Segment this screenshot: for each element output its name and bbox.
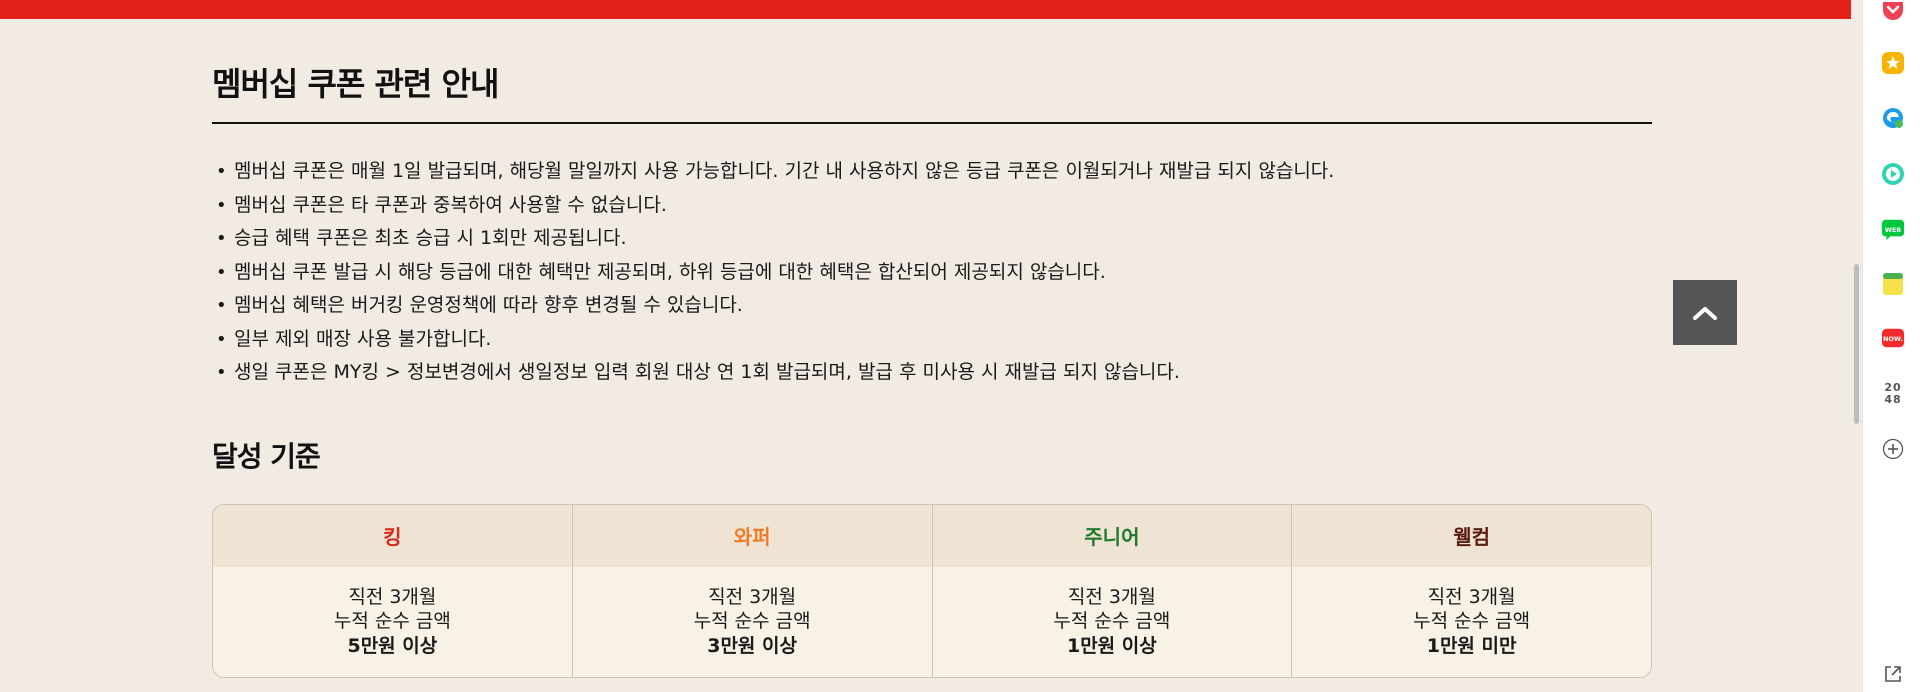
notice-item: 멤버십 쿠폰은 타 쿠폰과 중복하여 사용할 수 없습니다. bbox=[216, 189, 1652, 223]
grade-column-whopper: 와퍼 직전 3개월 누적 순수 금액 3만원 이상 bbox=[572, 504, 933, 677]
notice-item: 생일 쿠폰은 MY킹 > 정보변경에서 생일정보 입력 회원 대상 연 1회 발… bbox=[216, 356, 1652, 390]
now-icon[interactable]: NOW. bbox=[1881, 326, 1905, 350]
grade-criteria-welcome: 직전 3개월 누적 순수 금액 1만원 미만 bbox=[1292, 566, 1651, 677]
grade-criteria-whopper: 직전 3개월 누적 순수 금액 3만원 이상 bbox=[572, 566, 932, 677]
pocket-icon[interactable] bbox=[1881, 0, 1905, 24]
criteria-amount-label: 누적 순수 금액 bbox=[693, 610, 811, 633]
notes-icon[interactable] bbox=[1881, 272, 1905, 296]
grade-column-welcome: 웰컴 직전 3개월 누적 순수 금액 1만원 미만 bbox=[1292, 504, 1651, 677]
title-divider bbox=[212, 122, 1652, 124]
criteria-amount-label: 누적 순수 금액 bbox=[1413, 610, 1531, 633]
grade-name-whopper: 와퍼 bbox=[572, 504, 932, 567]
criteria-period: 직전 3개월 bbox=[708, 585, 797, 608]
criteria-amount-label: 누적 순수 금액 bbox=[1053, 610, 1171, 633]
chevron-up-icon bbox=[1693, 306, 1717, 320]
criteria-threshold: 1만원 미만 bbox=[1426, 634, 1517, 657]
media-player-icon[interactable] bbox=[1881, 162, 1905, 186]
main-content: 멤버십 쿠폰 관련 안내 멤버십 쿠폰은 매월 1일 발급되며, 해당월 말일까… bbox=[212, 19, 1652, 678]
notice-item: 멤버십 쿠폰 발급 시 해당 등급에 대한 혜택만 제공되며, 하위 등급에 대… bbox=[216, 256, 1652, 290]
notice-title: 멤버십 쿠폰 관련 안내 bbox=[212, 65, 499, 103]
top-brand-bar bbox=[0, 0, 1862, 19]
svg-text:WEB: WEB bbox=[1885, 226, 1902, 234]
grade-criteria-table: 킹 직전 3개월 누적 순수 금액 5만원 이상 와퍼 직전 3개월 누적 순수… bbox=[212, 503, 1652, 678]
scrollbar-thumb[interactable] bbox=[1854, 264, 1859, 424]
2048-game-icon[interactable]: 20 48 bbox=[1881, 380, 1905, 408]
notice-item: 일부 제외 매장 사용 불가합니다. bbox=[216, 323, 1652, 357]
notice-item: 멤버십 쿠폰은 매월 1일 발급되며, 해당월 말일까지 사용 가능합니다. 기… bbox=[216, 155, 1652, 189]
scroll-to-top-button[interactable] bbox=[1673, 280, 1737, 345]
criteria-threshold: 5만원 이상 bbox=[347, 634, 438, 657]
criteria-period: 직전 3개월 bbox=[1067, 585, 1156, 608]
grade-name-junior: 주니어 bbox=[932, 504, 1292, 567]
edge-icon[interactable] bbox=[1881, 106, 1905, 130]
grade-criteria-junior: 직전 3개월 누적 순수 금액 1만원 이상 bbox=[932, 566, 1292, 677]
notice-item: 멤버십 혜택은 버거킹 운영정책에 따라 향후 변경될 수 있습니다. bbox=[216, 289, 1652, 323]
grade-name-king: 킹 bbox=[213, 504, 572, 567]
add-icon[interactable] bbox=[1881, 437, 1905, 461]
notice-list: 멤버십 쿠폰은 매월 1일 발급되며, 해당월 말일까지 사용 가능합니다. 기… bbox=[212, 155, 1652, 390]
browser-sidebar: WEB NOW. 20 48 bbox=[1862, 0, 1920, 692]
grade-name-welcome: 웰컴 bbox=[1292, 504, 1651, 567]
criteria-period: 직전 3개월 bbox=[1427, 585, 1516, 608]
grade-column-king: 킹 직전 3개월 누적 순수 금액 5만원 이상 bbox=[213, 504, 573, 677]
criteria-period: 직전 3개월 bbox=[348, 585, 437, 608]
grade-criteria-king: 직전 3개월 누적 순수 금액 5만원 이상 bbox=[213, 566, 572, 677]
star-icon[interactable] bbox=[1881, 51, 1905, 75]
grade-column-junior: 주니어 직전 3개월 누적 순수 금액 1만원 이상 bbox=[932, 504, 1293, 677]
criteria-amount-label: 누적 순수 금액 bbox=[333, 610, 451, 633]
game-label-bottom: 48 bbox=[1884, 393, 1902, 406]
svg-text:NOW.: NOW. bbox=[1883, 335, 1903, 343]
criteria-threshold: 3만원 이상 bbox=[707, 634, 797, 657]
notice-item: 승급 혜택 쿠폰은 최초 승급 시 1회만 제공됩니다. bbox=[216, 222, 1652, 256]
criteria-title: 달성 기준 bbox=[212, 439, 321, 473]
webtoon-icon[interactable]: WEB bbox=[1881, 217, 1905, 241]
criteria-threshold: 1만원 이상 bbox=[1066, 634, 1157, 657]
external-link-icon[interactable] bbox=[1881, 662, 1905, 686]
